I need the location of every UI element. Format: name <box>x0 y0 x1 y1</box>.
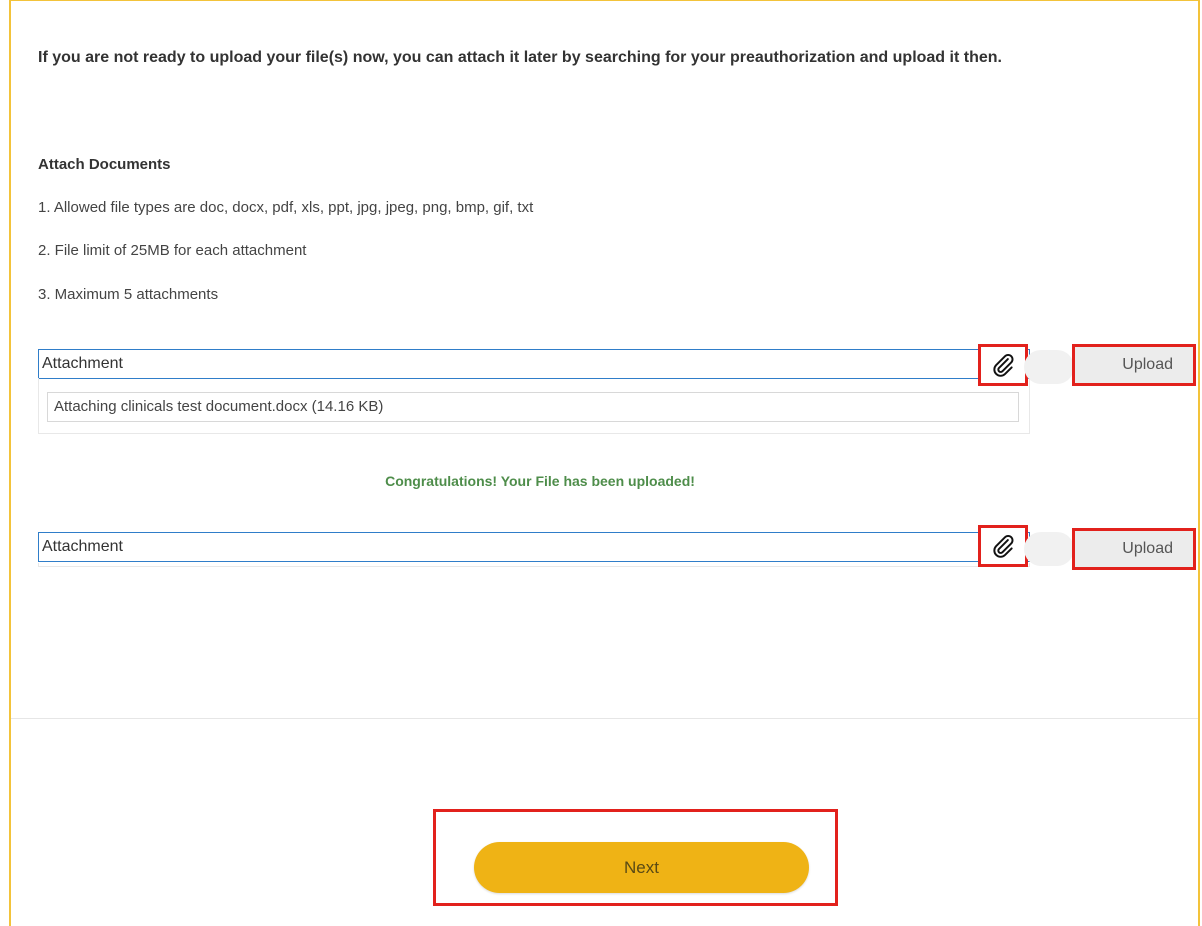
page-frame-left <box>9 0 11 926</box>
rule-file-limit: 2. File limit of 25MB for each attachmen… <box>38 242 307 259</box>
attachment-field-2[interactable] <box>38 532 1030 562</box>
attachment-field-2-underline <box>38 563 1030 567</box>
paperclip-icon <box>993 353 1014 377</box>
intro-text: If you are not ready to upload your file… <box>38 49 1002 66</box>
attachment-input-2[interactable] <box>42 536 972 558</box>
paperclip-icon <box>993 534 1014 558</box>
upload-button-1[interactable]: Upload <box>1072 344 1196 386</box>
attachment-toggle-2 <box>1024 532 1074 566</box>
rule-max-attachments: 3. Maximum 5 attachments <box>38 286 219 303</box>
upload-button-2[interactable]: Upload <box>1072 528 1196 570</box>
rule-file-types: 1. Allowed file types are doc, docx, pdf… <box>38 199 534 216</box>
attached-file-name: Attaching clinicals test document.docx (… <box>47 392 1019 422</box>
upload-success-message: Congratulations! Your File has been uplo… <box>385 473 695 489</box>
page-frame-top <box>9 0 1200 1</box>
section-divider <box>11 718 1198 719</box>
attachment-input-1[interactable] <box>42 353 972 375</box>
next-button[interactable]: Next <box>474 842 809 893</box>
attach-documents-title: Attach Documents <box>38 156 171 173</box>
attached-file-container: Attaching clinicals test document.docx (… <box>38 378 1030 434</box>
attach-file-button-2[interactable] <box>978 525 1028 567</box>
attachment-field-1[interactable] <box>38 349 1030 379</box>
attachment-toggle-1 <box>1024 350 1074 384</box>
page-frame-right <box>1198 0 1200 926</box>
